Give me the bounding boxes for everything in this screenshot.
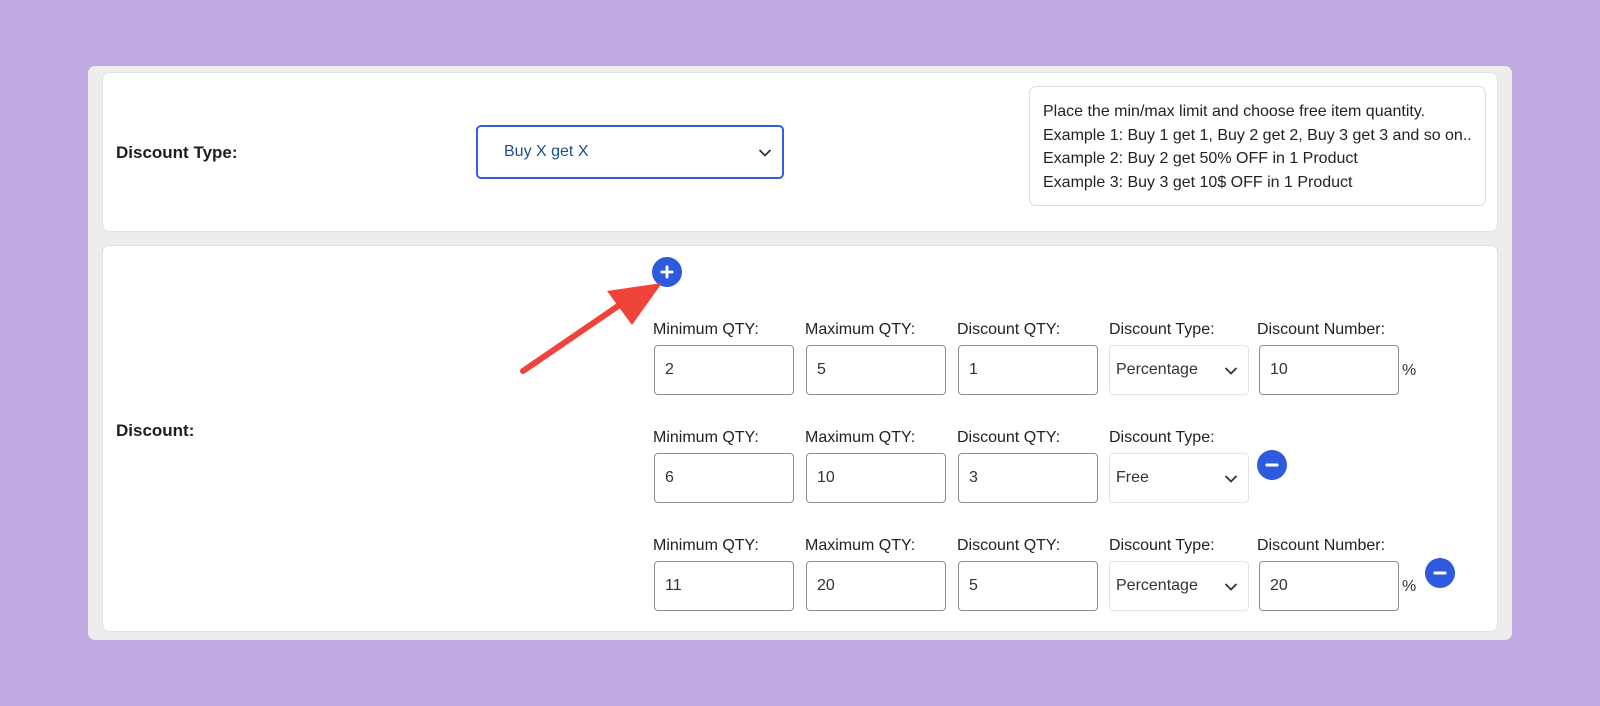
discount-type-field-select[interactable]: Percentage: [1109, 345, 1249, 395]
discount-qty-input[interactable]: 1: [958, 345, 1098, 395]
add-rule-button[interactable]: [652, 257, 682, 287]
discount-qty-value: 5: [969, 577, 978, 594]
remove-rule-button[interactable]: [1257, 450, 1287, 480]
min-qty-value: 11: [665, 577, 682, 594]
discount-qty-label: Discount QTY:: [957, 321, 1061, 338]
min-qty-label: Minimum QTY:: [653, 429, 759, 446]
min-qty-input[interactable]: 6: [654, 453, 794, 503]
help-line: Example 1: Buy 1 get 1, Buy 2 get 2, Buy…: [1043, 126, 1472, 144]
discount-number-input[interactable]: 20: [1259, 561, 1399, 611]
max-qty-input[interactable]: 10: [806, 453, 946, 503]
max-qty-label: Maximum QTY:: [805, 321, 916, 338]
help-line: Example 2: Buy 2 get 50% OFF in 1 Produc…: [1043, 150, 1358, 167]
settings-panel: Discount Type: Buy X get X Place the min…: [88, 66, 1512, 640]
help-line: Place the min/max limit and choose free …: [1043, 103, 1426, 120]
percent-suffix: %: [1402, 578, 1417, 595]
discount-qty-input[interactable]: 5: [958, 561, 1098, 611]
chevron-down-icon: [1224, 583, 1238, 591]
min-qty-input[interactable]: 2: [654, 345, 794, 395]
discount-number-value: 10: [1270, 361, 1288, 378]
discount-type-field-label: Discount Type:: [1109, 429, 1215, 446]
discount-number-value: 20: [1270, 577, 1288, 594]
chevron-down-icon: [1224, 475, 1238, 483]
chevron-down-icon: [758, 149, 772, 157]
discount-rules-card: Discount: Minimum QTY: Maximum QTY: Disc…: [102, 245, 1498, 632]
discount-type-field-value: Percentage: [1116, 361, 1198, 378]
max-qty-input[interactable]: 20: [806, 561, 946, 611]
discount-qty-label: Discount QTY:: [957, 429, 1061, 446]
discount-number-label: Discount Number:: [1257, 321, 1386, 338]
discount-type-field-value: Free: [1116, 469, 1149, 486]
max-qty-label: Maximum QTY:: [805, 429, 916, 446]
discount-type-field-select[interactable]: Percentage: [1109, 561, 1249, 611]
discount-type-select-value: Buy X get X: [504, 143, 589, 160]
discount-type-card: Discount Type: Buy X get X Place the min…: [102, 72, 1498, 232]
discount-label: Discount:: [116, 421, 195, 440]
min-qty-value: 2: [665, 361, 674, 378]
minus-circle-icon: [1433, 571, 1447, 575]
chevron-down-icon: [1224, 367, 1238, 375]
max-qty-value: 10: [817, 469, 835, 486]
discount-number-input[interactable]: 10: [1259, 345, 1399, 395]
max-qty-value: 20: [817, 577, 835, 594]
discount-qty-value: 1: [969, 361, 978, 378]
remove-rule-button[interactable]: [1425, 558, 1455, 588]
discount-help-box: Place the min/max limit and choose free …: [1029, 86, 1486, 206]
discount-type-field-select[interactable]: Free: [1109, 453, 1249, 503]
discount-type-field-label: Discount Type:: [1109, 321, 1215, 338]
discount-type-label: Discount Type:: [116, 143, 238, 162]
discount-type-field-value: Percentage: [1116, 577, 1198, 594]
min-qty-value: 6: [665, 469, 674, 486]
minus-circle-icon: [1265, 463, 1279, 467]
percent-suffix: %: [1402, 362, 1417, 379]
max-qty-input[interactable]: 5: [806, 345, 946, 395]
plus-circle-icon: [660, 265, 674, 279]
max-qty-label: Maximum QTY:: [805, 537, 916, 554]
discount-qty-label: Discount QTY:: [957, 537, 1061, 554]
discount-number-label: Discount Number:: [1257, 537, 1386, 554]
discount-type-field-label: Discount Type:: [1109, 537, 1215, 554]
discount-type-select[interactable]: Buy X get X: [476, 125, 784, 179]
discount-qty-value: 3: [969, 469, 978, 486]
discount-qty-input[interactable]: 3: [958, 453, 1098, 503]
max-qty-value: 5: [817, 361, 826, 378]
min-qty-label: Minimum QTY:: [653, 537, 759, 554]
help-line: Example 3: Buy 3 get 10$ OFF in 1 Produc…: [1043, 173, 1353, 191]
min-qty-input[interactable]: 11: [654, 561, 794, 611]
min-qty-label: Minimum QTY:: [653, 321, 759, 338]
